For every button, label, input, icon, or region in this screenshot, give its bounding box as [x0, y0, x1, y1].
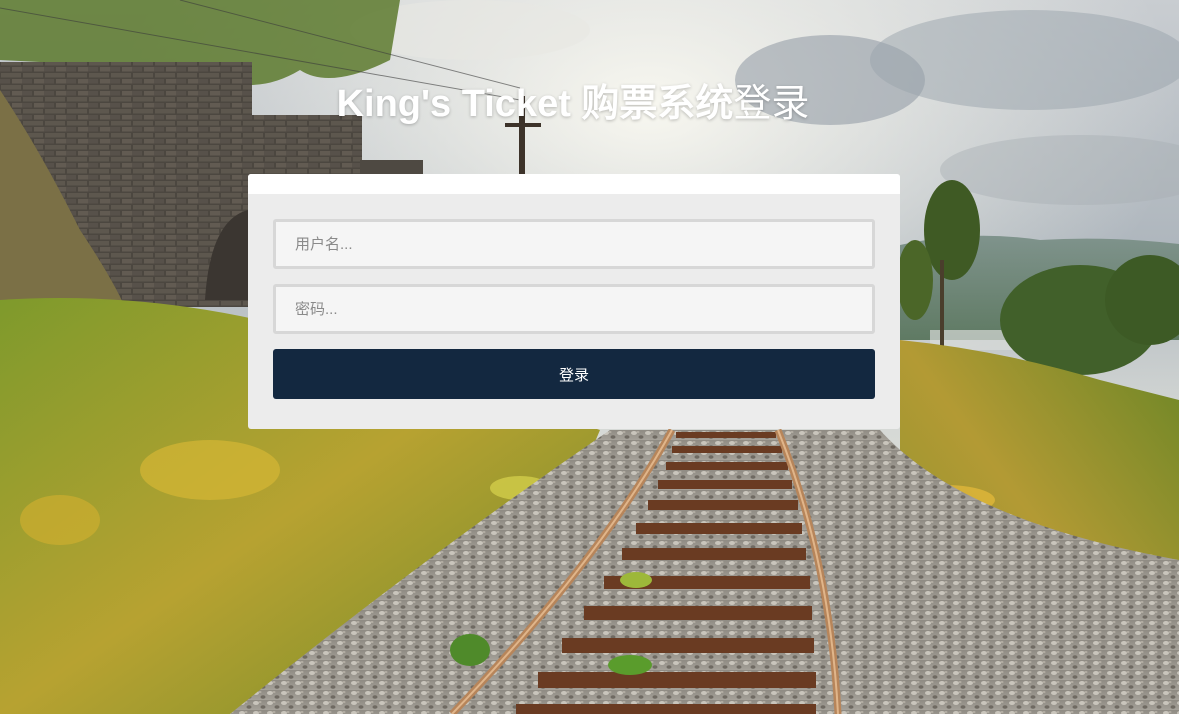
- page-title-app-name: King's Ticket 购票系统: [336, 83, 734, 125]
- page-title: King's Ticket 购票系统登录: [0, 78, 1146, 130]
- login-card: 登录: [248, 174, 900, 429]
- login-button[interactable]: 登录: [273, 349, 875, 399]
- login-card-header-strip: [248, 174, 900, 194]
- page-title-suffix: 登录: [733, 83, 810, 125]
- password-input[interactable]: [273, 284, 875, 334]
- username-input[interactable]: [273, 219, 875, 269]
- login-page: King's Ticket 购票系统登录 登录: [0, 0, 1179, 714]
